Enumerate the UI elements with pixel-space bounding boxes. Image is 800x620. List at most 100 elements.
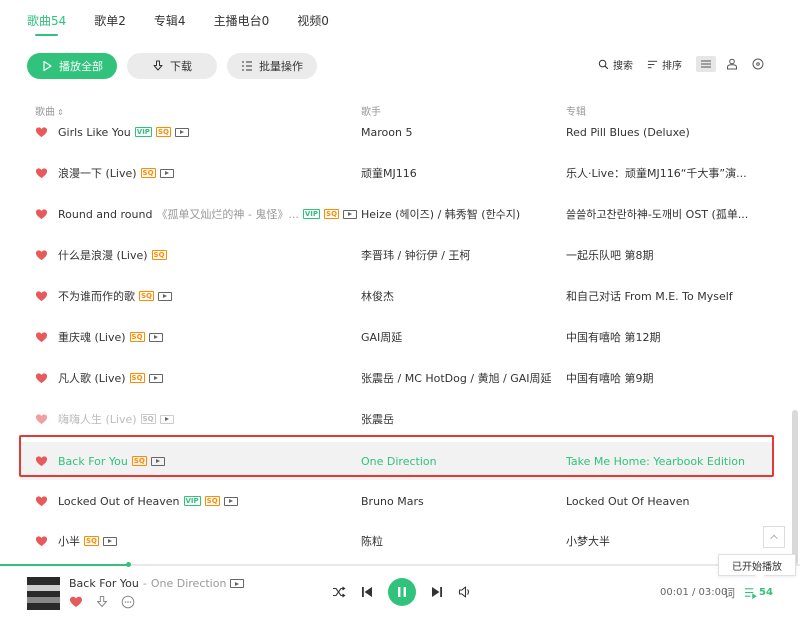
song-album[interactable]: 一起乐队吧 第8期 <box>566 247 654 263</box>
song-row[interactable]: 什么是浪漫 (Live) SQ 李晋玮 / 钟衍伊 / 王柯 一起乐队吧 第8期 <box>20 240 772 270</box>
download-icon[interactable] <box>95 595 109 609</box>
song-row[interactable]: 凡人歌 (Live) SQ 张震岳 / MC HotDog / 黄旭 / GAI周延… <box>20 363 772 393</box>
sort-button[interactable]: 排序 <box>647 57 682 72</box>
song-column-header[interactable]: 歌曲 ⇕ <box>35 103 64 118</box>
mv-icon[interactable] <box>159 168 174 178</box>
download-button[interactable]: 下载 <box>127 53 217 79</box>
song-row[interactable]: Round and round 《孤单又灿烂的神 - 鬼怪》... VIP SQ Hei… <box>20 199 772 229</box>
now-playing-title[interactable]: Back For You <box>69 577 139 590</box>
song-artist[interactable]: GAI周延 <box>361 329 402 345</box>
song-album[interactable]: 乐人·Live：顽童MJ116“千大事”演... <box>566 165 747 181</box>
play-queue-button[interactable]: 54 <box>744 586 773 599</box>
heart-icon[interactable] <box>35 331 48 343</box>
next-track-icon[interactable] <box>430 585 444 599</box>
volume-icon[interactable] <box>458 585 472 599</box>
song-album[interactable]: Locked Out Of Heaven <box>566 495 689 508</box>
tab-3[interactable]: 主播电台0 <box>214 12 270 36</box>
shuffle-icon[interactable] <box>332 585 346 599</box>
song-row[interactable]: 重庆魂 (Live) SQ GAI周延 中国有嘻哈 第12期 <box>20 322 772 352</box>
back-to-top-button[interactable] <box>763 526 785 548</box>
now-playing-artist[interactable]: One Direction <box>151 577 227 590</box>
song-album[interactable]: 中国有嘻哈 第9期 <box>566 370 654 386</box>
song-title[interactable]: 凡人歌 (Live) <box>58 370 126 386</box>
song-album[interactable]: 中国有嘻哈 第12期 <box>566 329 661 345</box>
song-title[interactable]: 小半 <box>58 533 80 549</box>
song-title-cell: Locked Out of Heaven VIP SQ <box>58 495 238 508</box>
song-album[interactable]: 和自己对话 From M.E. To Myself <box>566 288 733 304</box>
batch-operation-button[interactable]: 批量操作 <box>227 53 317 79</box>
song-artist[interactable]: 陈粒 <box>361 533 383 549</box>
tab-4[interactable]: 视频0 <box>297 12 329 36</box>
heart-icon[interactable] <box>35 372 48 384</box>
song-row[interactable]: Locked Out of Heaven VIP SQ Bruno Mars Locke… <box>20 486 772 516</box>
song-artist[interactable]: Heize (헤이즈) / 韩秀智 (한수지) <box>361 206 520 222</box>
heart-icon[interactable] <box>35 535 48 547</box>
playback-controls <box>332 578 472 606</box>
song-row[interactable]: 小半 SQ 陈粒 小梦大半 <box>20 526 772 556</box>
mv-icon[interactable] <box>230 579 245 588</box>
song-row[interactable]: Back For You SQ One Direction Take Me Home:… <box>20 442 772 480</box>
mv-icon[interactable] <box>103 536 117 546</box>
song-title[interactable]: 重庆魂 (Live) <box>58 329 126 345</box>
mv-icon[interactable] <box>174 127 189 137</box>
album-cover[interactable] <box>27 577 60 610</box>
heart-icon[interactable] <box>35 290 48 302</box>
heart-icon[interactable] <box>69 595 83 609</box>
album-view-button[interactable] <box>748 56 768 72</box>
mv-icon[interactable] <box>158 291 172 301</box>
heart-icon[interactable] <box>35 413 48 425</box>
list-view-button[interactable] <box>696 56 716 72</box>
song-row[interactable]: 嗨嗨人生 (Live) SQ 张震岳 <box>20 404 772 434</box>
song-artist[interactable]: 顽童MJ116 <box>361 165 417 181</box>
song-row[interactable]: 不为谁而作的歌 SQ 林俊杰 和自己对话 From M.E. To Myself <box>20 281 772 311</box>
mv-icon[interactable] <box>159 414 174 424</box>
song-title[interactable]: 什么是浪漫 (Live) <box>58 247 148 263</box>
song-title[interactable]: 不为谁而作的歌 <box>58 288 135 304</box>
song-album[interactable]: 쓸쓸하고찬란하神-도깨비 OST (孤单... <box>566 206 748 222</box>
scrollbar-thumb[interactable] <box>792 410 798 565</box>
song-artist[interactable]: 张震岳 / MC HotDog / 黄旭 / GAI周延 <box>361 370 552 386</box>
song-row[interactable]: Girls Like You VIP SQ Maroon 5 Red Pill Blue… <box>20 117 772 147</box>
mv-icon[interactable] <box>343 209 358 219</box>
tab-0[interactable]: 歌曲54 <box>27 12 66 36</box>
song-artist[interactable]: Maroon 5 <box>361 126 412 139</box>
song-title-cell: 重庆魂 (Live) SQ <box>58 329 163 345</box>
mv-icon[interactable] <box>148 332 163 342</box>
play-all-button[interactable]: 播放全部 <box>27 53 117 79</box>
mv-icon[interactable] <box>223 496 238 506</box>
mv-icon[interactable] <box>148 373 163 383</box>
song-title[interactable]: Back For You <box>58 455 128 468</box>
song-album[interactable]: Take Me Home: Yearbook Edition <box>566 455 745 468</box>
song-title[interactable]: Round and round <box>58 208 152 221</box>
song-row[interactable]: 浪漫一下 (Live) SQ 顽童MJ116 乐人·Live：顽童MJ116“千大事”… <box>20 158 772 188</box>
song-title[interactable]: 嗨嗨人生 (Live) <box>58 411 137 427</box>
pause-button[interactable] <box>388 578 416 606</box>
song-artist[interactable]: 林俊杰 <box>361 288 394 304</box>
sq-badge: SQ <box>155 127 171 137</box>
heart-icon[interactable] <box>35 167 48 179</box>
tab-2[interactable]: 专辑4 <box>154 12 186 36</box>
heart-icon[interactable] <box>35 208 48 220</box>
artist-view-button[interactable] <box>722 56 742 72</box>
lyrics-button[interactable]: 词 <box>724 585 735 601</box>
heart-icon[interactable] <box>35 455 48 467</box>
song-title[interactable]: Girls Like You <box>58 126 131 139</box>
tab-1[interactable]: 歌单2 <box>94 12 126 36</box>
sq-badge: SQ <box>131 456 147 466</box>
heart-icon[interactable] <box>35 126 48 138</box>
song-title[interactable]: 浪漫一下 (Live) <box>58 165 137 181</box>
heart-icon[interactable] <box>35 495 48 507</box>
previous-track-icon[interactable] <box>360 585 374 599</box>
sort-label: 排序 <box>662 60 682 72</box>
song-artist[interactable]: 张震岳 <box>361 411 394 427</box>
song-album[interactable]: Red Pill Blues (Deluxe) <box>566 126 690 139</box>
song-artist[interactable]: One Direction <box>361 455 437 468</box>
song-artist[interactable]: Bruno Mars <box>361 495 424 508</box>
search-button[interactable]: 搜索 <box>598 57 633 72</box>
mv-icon[interactable] <box>150 456 165 466</box>
song-title[interactable]: Locked Out of Heaven <box>58 495 180 508</box>
song-artist[interactable]: 李晋玮 / 钟衍伊 / 王柯 <box>361 247 470 263</box>
more-icon[interactable] <box>121 595 135 609</box>
song-album[interactable]: 小梦大半 <box>566 533 610 549</box>
heart-icon[interactable] <box>35 249 48 261</box>
